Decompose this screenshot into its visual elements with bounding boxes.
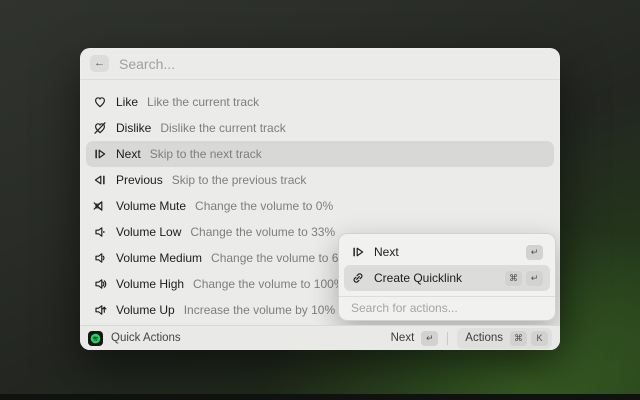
list-item-title: Volume Mute [116, 199, 186, 213]
action-item-next[interactable]: Next ↵ [344, 239, 550, 265]
skip-next-icon [351, 245, 365, 259]
actions-menu-button[interactable]: Actions ⌘ K [457, 328, 552, 349]
speaker-low-icon [93, 225, 107, 239]
list-item-like[interactable]: Like Like the current track [86, 89, 554, 115]
list-item-title: Volume High [116, 277, 184, 291]
list-item-subtitle: Change the volume to 100% [193, 277, 344, 291]
actions-button-label: Actions [465, 332, 503, 344]
list-item-title: Next [116, 147, 141, 161]
speaker-high-icon [93, 277, 107, 291]
list-item-title: Like [116, 95, 138, 109]
search-header: ← [80, 48, 560, 80]
command-key-badge: ⌘ [510, 331, 527, 346]
list-item-title: Dislike [116, 121, 151, 135]
speaker-mute-icon [93, 199, 107, 213]
list-item-dislike[interactable]: Dislike Dislike the current track [86, 115, 554, 141]
return-key-badge: ↵ [421, 331, 438, 346]
action-item-label: Next [374, 245, 526, 259]
list-item-title: Volume Up [116, 303, 175, 317]
list-item-subtitle: Change the volume to 0% [195, 199, 333, 213]
list-item-volume-mute[interactable]: Volume Mute Change the volume to 0% [86, 193, 554, 219]
action-search-input[interactable] [339, 297, 555, 320]
list-item-subtitle: Change the volume to 33% [190, 225, 335, 239]
footer-primary-action[interactable]: Next [391, 332, 415, 344]
list-item-subtitle: Increase the volume by 10% [184, 303, 335, 317]
list-item-subtitle: Like the current track [147, 95, 259, 109]
k-key-badge: K [531, 331, 548, 346]
footer-app-label: Quick Actions [111, 332, 181, 344]
list-item-subtitle: Skip to the previous track [172, 173, 307, 187]
list-item-subtitle: Dislike the current track [160, 121, 285, 135]
heart-icon [93, 95, 107, 109]
footer-divider [447, 332, 448, 345]
action-item-label: Create Quicklink [374, 271, 505, 285]
action-item-create-quicklink[interactable]: Create Quicklink ⌘ ↵ [344, 265, 550, 291]
skip-previous-icon [93, 173, 107, 187]
speaker-up-icon [93, 303, 107, 317]
list-item-subtitle: Change the volume to 66% [211, 251, 356, 265]
return-key-badge: ↵ [526, 271, 543, 286]
list-item-subtitle: Skip to the next track [150, 147, 262, 161]
link-icon [351, 271, 365, 285]
list-item-title: Volume Medium [116, 251, 202, 265]
speaker-medium-icon [93, 251, 107, 265]
command-key-badge: ⌘ [505, 271, 522, 286]
list-item-title: Volume Low [116, 225, 181, 239]
list-item-previous[interactable]: Previous Skip to the previous track [86, 167, 554, 193]
list-item-next[interactable]: Next Skip to the next track [86, 141, 554, 167]
back-arrow-icon: ← [94, 58, 105, 69]
search-input[interactable] [119, 56, 550, 72]
command-palette-window: ← Like Like the current track Dislike Di… [80, 48, 560, 350]
return-key-badge: ↵ [526, 245, 543, 260]
status-bar: Quick Actions Next ↵ Actions ⌘ K [80, 325, 560, 350]
back-button[interactable]: ← [90, 55, 109, 72]
action-panel: Next ↵ Create Quicklink ⌘ ↵ [338, 233, 556, 321]
heart-slash-icon [93, 121, 107, 135]
list-item-title: Previous [116, 173, 163, 187]
desktop-bottom-strip [0, 394, 640, 400]
skip-next-icon [93, 147, 107, 161]
spotify-icon [88, 331, 103, 346]
